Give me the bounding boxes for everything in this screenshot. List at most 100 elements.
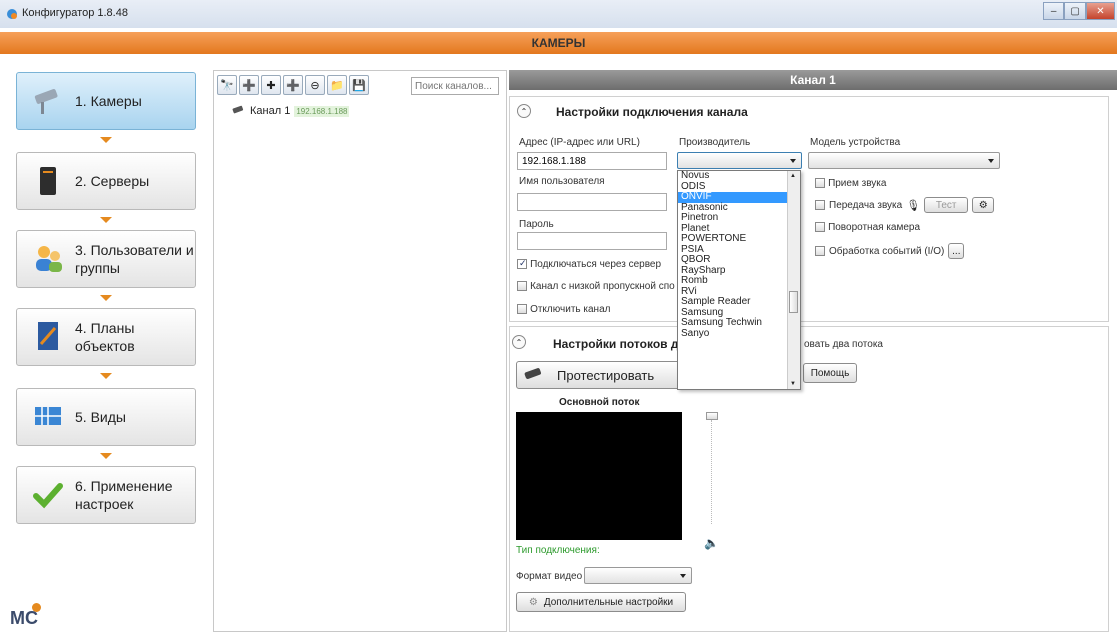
audio-in-checkbox[interactable]: Прием звука: [815, 177, 886, 189]
nav-item-plans[interactable]: 4. Планы объектов: [16, 308, 196, 366]
password-label: Пароль: [519, 219, 554, 230]
connection-settings-title: Настройки подключения канала: [556, 105, 748, 119]
nav-label: 5. Виды: [75, 409, 126, 425]
manufacturer-option[interactable]: Pinetron: [678, 212, 800, 224]
layout-icon: [31, 400, 65, 434]
low-bandwidth-label: Канал с низкой пропускной спо: [530, 281, 675, 292]
advanced-settings-button[interactable]: ⚙ Дополнительные настройки: [516, 592, 686, 612]
nav-item-servers[interactable]: 2. Серверы: [16, 152, 196, 210]
gear-icon: ⚙: [528, 596, 538, 608]
audio-out-row: Передача звука 🎙 Тест ⚙: [815, 197, 995, 213]
channel-panel-title: Канал 1: [509, 70, 1117, 90]
model-select[interactable]: [808, 152, 1000, 169]
manufacturer-select[interactable]: [677, 152, 802, 169]
stream-settings-title: Настройки потоков д: [553, 337, 679, 351]
audio-settings-button[interactable]: ⚙: [972, 197, 995, 213]
volume-slider-track[interactable]: [711, 420, 712, 524]
address-label: Адрес (IP-адрес или URL): [519, 137, 640, 148]
password-field[interactable]: [517, 232, 667, 250]
events-checkbox[interactable]: [815, 246, 825, 256]
channel-search-input[interactable]: [411, 77, 499, 95]
collapse-icon[interactable]: ⌃: [512, 335, 526, 349]
window-controls: – ▢ ✕: [1043, 2, 1115, 20]
logo: MC: [10, 608, 38, 628]
window-title: Конфигуратор 1.8.48: [22, 7, 128, 19]
nav-arrow-icon: [100, 453, 112, 459]
minimize-button[interactable]: –: [1043, 2, 1065, 20]
help-button[interactable]: Помощь: [803, 363, 857, 383]
window-titlebar: [0, 0, 1117, 28]
test-audio-button[interactable]: Тест: [924, 197, 969, 213]
nav-item-cameras[interactable]: 1. Камеры: [16, 72, 196, 130]
close-button[interactable]: ✕: [1085, 2, 1115, 20]
events-settings-button[interactable]: ...: [948, 243, 965, 259]
video-format-select[interactable]: [584, 567, 692, 584]
two-streams-label: овать два потока: [804, 339, 883, 350]
find-cameras-button[interactable]: 🔭: [217, 75, 237, 95]
checkbox-icon: [517, 281, 527, 292]
nav-arrow-icon: [100, 217, 112, 223]
checkbox-icon: [815, 178, 825, 189]
nav-item-apply[interactable]: 6. Применение настроек: [16, 466, 196, 524]
manufacturer-option[interactable]: Romb: [678, 275, 800, 287]
maximize-button[interactable]: ▢: [1064, 2, 1086, 20]
checkbox-icon: [517, 304, 527, 315]
manufacturer-option[interactable]: QBOR: [678, 254, 800, 266]
add-group-button[interactable]: ➕: [283, 75, 303, 95]
test-stream-label: Протестировать: [557, 367, 655, 383]
checkbox-icon: [517, 259, 527, 270]
via-server-checkbox[interactable]: Подключаться через сервер: [517, 258, 661, 270]
nav-item-views[interactable]: 5. Виды: [16, 388, 196, 446]
save-button[interactable]: 💾: [349, 75, 369, 95]
manufacturer-option-selected[interactable]: ONVIF: [678, 191, 800, 203]
volume-slider-thumb[interactable]: [706, 412, 718, 420]
checkmark-icon: [31, 478, 65, 512]
audio-out-checkbox[interactable]: [815, 200, 825, 210]
tree-toolbar: 🔭 ➕ ✚ ➕ ⊖ 📁 💾: [217, 75, 369, 97]
via-server-label: Подключаться через сервер: [530, 259, 662, 270]
audio-out-label: Передача звука: [829, 199, 903, 211]
disable-channel-checkbox[interactable]: Отключить канал: [517, 303, 610, 315]
section-header: КАМЕРЫ: [0, 32, 1117, 54]
map-icon: [31, 320, 65, 354]
test-stream-button[interactable]: Протестировать: [516, 361, 680, 389]
model-label: Модель устройства: [810, 137, 901, 148]
scroll-down-icon[interactable]: ▼: [790, 381, 796, 387]
channel-tree-panel: [213, 70, 507, 632]
nav-label: 4. Планы объектов: [75, 320, 135, 354]
ptz-checkbox[interactable]: Поворотная камера: [815, 221, 920, 233]
main-stream-label: Основной поток: [559, 397, 640, 408]
low-bandwidth-checkbox[interactable]: Канал с низкой пропускной спо: [517, 280, 675, 292]
scrollbar-thumb[interactable]: [789, 291, 798, 313]
nav-arrow-icon: [100, 295, 112, 301]
manufacturer-option[interactable]: Sample Reader: [678, 296, 800, 308]
manufacturer-option[interactable]: Samsung Techwin: [678, 317, 800, 329]
address-field[interactable]: [517, 152, 667, 170]
remove-button[interactable]: ⊖: [305, 75, 325, 95]
manufacturer-option[interactable]: Novus: [678, 171, 800, 182]
username-field[interactable]: [517, 193, 667, 211]
manufacturer-option[interactable]: Sanyo: [678, 328, 800, 340]
collapse-icon[interactable]: ⌃: [517, 104, 531, 118]
manufacturer-dropdown-list: Novus ODIS ONVIF Panasonic Pinetron Plan…: [677, 170, 801, 390]
app-icon: [6, 8, 18, 20]
camera-icon: [523, 365, 545, 386]
connection-type-label: Тип подключения:: [516, 545, 600, 556]
add-camera-wizard-button[interactable]: ✚: [261, 75, 281, 95]
events-row: Обработка событий (I/O) ...: [815, 243, 965, 259]
nav-arrow-icon: [100, 373, 112, 379]
folder-button[interactable]: 📁: [327, 75, 347, 95]
speaker-icon: 🔈: [704, 536, 719, 550]
nav-item-users[interactable]: 3. Пользователи и группы: [16, 230, 196, 288]
nav-arrow-icon: [100, 137, 112, 143]
video-preview: [516, 412, 682, 540]
dropdown-scrollbar[interactable]: ▲ ▼: [787, 171, 800, 389]
manufacturer-option[interactable]: POWERTONE: [678, 233, 800, 245]
channel-item[interactable]: Канал 1 192.168.1.188: [232, 104, 350, 118]
nav-label: 6. Применение настроек: [75, 478, 173, 512]
microphone-icon: 🎙: [906, 199, 921, 212]
add-camera-button[interactable]: ➕: [239, 75, 259, 95]
video-format-label: Формат видео: [516, 571, 583, 582]
users-icon: [31, 242, 65, 276]
scroll-up-icon[interactable]: ▲: [790, 173, 796, 179]
